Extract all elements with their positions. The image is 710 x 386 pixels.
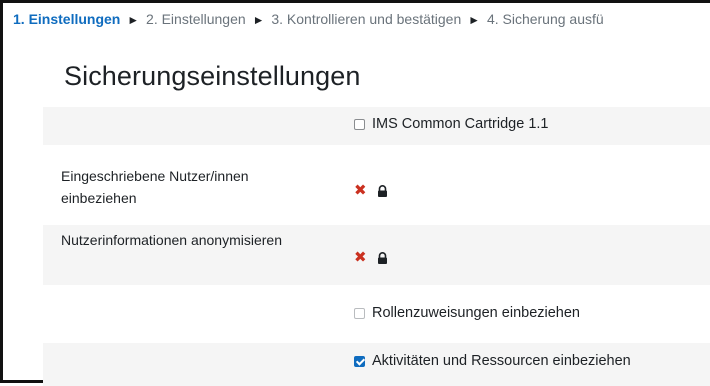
setting-value[interactable]: Rollenzuweisungen einbeziehen: [354, 305, 580, 321]
activities-label[interactable]: Aktivitäten und Ressourcen einbeziehen: [372, 353, 631, 369]
enrolled-users-label: Eingeschriebene Nutzer/innen einbeziehen: [61, 168, 249, 206]
role-assignments-label[interactable]: Rollenzuweisungen einbeziehen: [372, 305, 580, 321]
x-icon: ✖: [354, 182, 367, 199]
breadcrumb-step-3: 3. Kontrollieren und bestätigen: [271, 11, 462, 27]
role-assignments-checkbox[interactable]: [354, 307, 365, 319]
ims-cc-checkbox[interactable]: [354, 118, 365, 130]
lock-icon: [377, 184, 388, 197]
page-title: Sicherungseinstellungen: [64, 61, 361, 91]
lock-icon: [377, 251, 388, 264]
breadcrumb-step-4: 4. Sicherung ausfü: [486, 11, 604, 27]
anonymize-label: Nutzerinformationen anonymisieren: [61, 232, 282, 248]
breadcrumb-separator: ►: [127, 13, 140, 27]
backup-settings-panel: 1. Einstellungen ► 2. Einstellungen ► 3.…: [0, 0, 710, 386]
breadcrumb-separator: ►: [252, 13, 265, 27]
setting-value[interactable]: IMS Common Cartridge 1.1: [354, 116, 548, 132]
setting-value: ✖: [354, 183, 388, 198]
breadcrumb: 1. Einstellungen ► 2. Einstellungen ► 3.…: [13, 11, 710, 27]
setting-value: ✖: [354, 250, 388, 265]
setting-row-enrolled-users: Eingeschriebene Nutzer/innen einbeziehen…: [43, 160, 710, 218]
setting-row-anonymize: Nutzerinformationen anonymisieren ✖: [43, 225, 710, 285]
breadcrumb-separator: ►: [468, 13, 481, 27]
breadcrumb-step-1: 1. Einstellungen: [13, 11, 121, 27]
ims-cc-label[interactable]: IMS Common Cartridge 1.1: [372, 116, 548, 132]
setting-row-ims-cc: IMS Common Cartridge 1.1: [43, 107, 710, 145]
setting-row-activities: Aktivitäten und Ressourcen einbeziehen: [43, 343, 710, 386]
x-icon: ✖: [354, 249, 367, 266]
breadcrumb-step-2: 2. Einstellungen: [146, 11, 246, 27]
activities-checkbox[interactable]: [354, 355, 365, 367]
setting-value[interactable]: Aktivitäten und Ressourcen einbeziehen: [354, 353, 631, 369]
setting-row-role-assignments: Rollenzuweisungen einbeziehen: [43, 293, 710, 335]
